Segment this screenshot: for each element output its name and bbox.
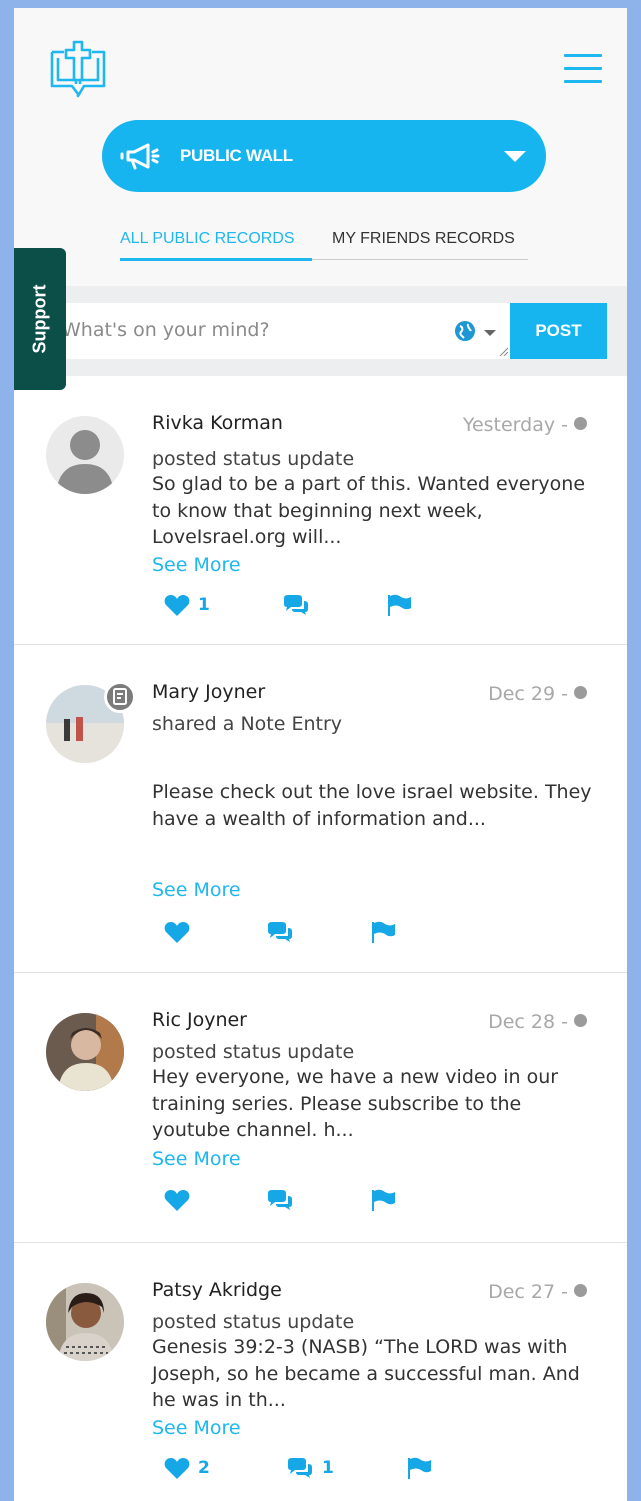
post-author[interactable]: Patsy Akridge <box>152 1279 282 1301</box>
globe-icon[interactable] <box>454 320 476 342</box>
feed-post: Patsy Akridge Dec 27 - posted status upd… <box>14 1243 627 1501</box>
comment-button[interactable]: 1 <box>286 1457 334 1479</box>
flag-icon <box>388 594 411 616</box>
like-button[interactable] <box>164 921 198 943</box>
post-time: Yesterday - <box>463 414 587 436</box>
comment-button[interactable] <box>266 921 302 943</box>
record-tabs: ALL PUBLIC RECORDS MY FRIENDS RECORDS <box>120 230 528 262</box>
like-button[interactable] <box>164 1189 198 1211</box>
like-count: 1 <box>198 595 210 615</box>
post-author[interactable]: Rivka Korman <box>152 412 283 434</box>
comment-button[interactable] <box>282 594 318 616</box>
wall-selector[interactable]: PUBLIC WALL <box>102 120 546 192</box>
hamburger-icon[interactable] <box>564 54 602 86</box>
see-more-link[interactable]: See More <box>152 1148 241 1170</box>
heart-icon <box>164 1190 190 1211</box>
post-reactions <box>164 1189 464 1217</box>
avatar[interactable] <box>46 416 124 494</box>
post-action: posted status update <box>152 448 355 470</box>
post-time: Dec 29 - <box>488 683 587 705</box>
post-author[interactable]: Ric Joyner <box>152 1009 247 1031</box>
post-composer: What's on your mind? POST <box>14 286 627 376</box>
comment-button[interactable] <box>266 1189 302 1211</box>
post-body: Genesis 39:2-3 (NASB) “The LORD was with… <box>152 1336 580 1411</box>
note-entry-badge-icon <box>104 681 136 713</box>
active-tab-indicator <box>120 258 312 261</box>
post-action: posted status update <box>152 1041 355 1063</box>
feed-post: Rivka Korman Yesterday - posted status u… <box>14 376 627 645</box>
feed: Rivka Korman Yesterday - posted status u… <box>14 376 627 1501</box>
heart-icon <box>164 595 190 616</box>
flag-icon <box>372 1189 395 1211</box>
comment-count: 1 <box>322 1458 334 1478</box>
avatar[interactable] <box>46 1283 124 1361</box>
public-visibility-icon <box>574 1014 587 1027</box>
avatar[interactable] <box>46 1013 124 1091</box>
support-label: Support <box>29 284 50 354</box>
heart-icon <box>164 922 190 943</box>
see-more-link[interactable]: See More <box>152 554 241 576</box>
like-button[interactable]: 1 <box>164 594 210 616</box>
see-more-link[interactable]: See More <box>152 1417 241 1439</box>
flag-button[interactable] <box>386 594 412 616</box>
see-more-link[interactable]: See More <box>152 879 241 901</box>
post-body: Hey everyone, we have a new video in our… <box>152 1066 559 1141</box>
visibility-caret-icon[interactable] <box>484 330 496 336</box>
public-visibility-icon <box>574 686 587 699</box>
like-count: 2 <box>198 1458 210 1478</box>
comments-icon <box>284 595 308 615</box>
chevron-down-icon <box>504 151 526 162</box>
feed-post: Mary Joyner Dec 29 - shared a Note Entry… <box>14 645 627 973</box>
tab-divider <box>312 259 528 260</box>
flag-icon <box>372 921 395 943</box>
wall-selector-label: PUBLIC WALL <box>180 146 293 165</box>
public-visibility-icon <box>574 417 587 430</box>
post-action: shared a Note Entry <box>152 713 343 735</box>
status-input[interactable]: What's on your mind? <box>62 303 510 359</box>
tab-all-public-records[interactable]: ALL PUBLIC RECORDS <box>120 230 295 260</box>
megaphone-icon <box>120 143 160 170</box>
post-reactions <box>164 921 464 949</box>
post-button[interactable]: POST <box>510 303 607 359</box>
post-author[interactable]: Mary Joyner <box>152 681 265 703</box>
flag-button[interactable] <box>370 921 396 943</box>
support-tab[interactable]: Support <box>14 248 66 390</box>
post-body: Please check out the love israel website… <box>152 781 592 830</box>
comments-icon <box>288 1458 312 1478</box>
post-time: Dec 28 - <box>488 1011 587 1033</box>
bible-cross-logo[interactable] <box>48 36 108 102</box>
status-input-placeholder: What's on your mind? <box>62 319 270 341</box>
flag-icon <box>408 1457 431 1479</box>
comments-icon <box>268 1190 292 1210</box>
like-button[interactable]: 2 <box>164 1457 210 1479</box>
heart-icon <box>164 1458 190 1479</box>
tab-my-friends-records[interactable]: MY FRIENDS RECORDS <box>332 230 515 260</box>
feed-post: Ric Joyner Dec 28 - posted status update… <box>14 973 627 1243</box>
flag-button[interactable] <box>406 1457 432 1479</box>
public-visibility-icon <box>574 1284 587 1297</box>
post-reactions: 1 <box>164 594 464 622</box>
flag-button[interactable] <box>370 1189 396 1211</box>
post-action: posted status update <box>152 1311 355 1333</box>
comments-icon <box>268 922 292 942</box>
post-body: So glad to be a part of this. Wanted eve… <box>152 473 586 548</box>
header: PUBLIC WALL ALL PUBLIC RECORDS MY FRIEND… <box>14 8 627 286</box>
post-reactions: 2 1 <box>164 1457 464 1485</box>
post-time: Dec 27 - <box>488 1281 587 1303</box>
resize-handle-icon[interactable] <box>498 346 508 356</box>
app-frame: PUBLIC WALL ALL PUBLIC RECORDS MY FRIEND… <box>0 0 641 1501</box>
